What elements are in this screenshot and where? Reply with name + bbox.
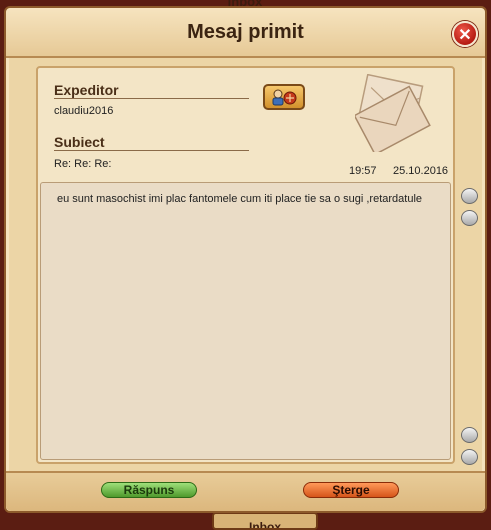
- subject-divider: [54, 150, 249, 151]
- window-title: Mesaj primit: [187, 21, 304, 43]
- user-profile-icon: [272, 89, 297, 106]
- message-window: Mesaj primit ✕ Expeditor claudiu2016 Sub…: [4, 6, 487, 513]
- message-date: 25.10.2016: [393, 165, 449, 177]
- scroll-bottom-button[interactable]: [461, 449, 478, 465]
- envelope-icon: [355, 74, 431, 152]
- message-panel: Expeditor claudiu2016 Subiect Re: Re: Re…: [36, 66, 455, 464]
- delete-button[interactable]: Şterge: [303, 482, 399, 498]
- message-time: 19:57: [349, 165, 377, 177]
- close-button[interactable]: ✕: [452, 21, 478, 47]
- sender-divider: [54, 98, 249, 99]
- view-profile-button[interactable]: [263, 84, 305, 110]
- reply-button[interactable]: Răspuns: [101, 482, 197, 498]
- message-body-area[interactable]: eu sunt masochist imi plac fantomele cum…: [40, 182, 451, 460]
- sender-name: claudiu2016: [54, 105, 114, 117]
- subject-label: Subiect: [54, 134, 105, 150]
- subject-text: Re: Re: Re:: [54, 158, 112, 170]
- background-window-button: Inbox: [212, 512, 318, 530]
- scroll-down-button[interactable]: [461, 427, 478, 443]
- scroll-up-button[interactable]: [461, 210, 478, 226]
- title-bar: Mesaj primit ✕: [6, 8, 485, 58]
- close-icon: ✕: [458, 27, 472, 44]
- message-body: eu sunt masochist imi plac fantomele cum…: [57, 193, 423, 205]
- sender-label: Expeditor: [54, 82, 119, 98]
- footer-bar: Răspuns Şterge: [6, 471, 485, 511]
- scroll-top-button[interactable]: [461, 188, 478, 204]
